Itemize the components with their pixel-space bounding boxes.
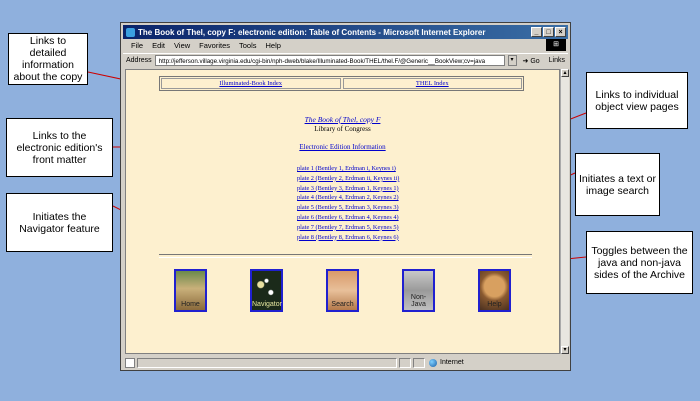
go-button[interactable]: ➜ Go [520, 57, 543, 65]
status-panel [137, 357, 397, 368]
scroll-down-icon[interactable]: ▾ [561, 346, 569, 354]
page-icon [125, 357, 135, 368]
non-java-button[interactable]: Non-Java [402, 269, 435, 312]
menu-file[interactable]: File [131, 41, 143, 50]
plate-link[interactable]: plate 7 (Bentley 7, Erdman 5, Keynes 5) [297, 223, 399, 233]
menu-view[interactable]: View [174, 41, 190, 50]
address-input[interactable]: http://jefferson.village.virginia.edu/cg… [154, 55, 505, 66]
help-label: Help [487, 301, 502, 308]
menu-help[interactable]: Help [266, 41, 281, 50]
plate-link[interactable]: plate 6 (Bentley 6, Erdman 4, Keynes 4) [297, 213, 399, 223]
callout-front-matter: Links to the electronic edition's front … [6, 118, 113, 177]
go-label: Go [530, 57, 540, 65]
status-panel [399, 357, 411, 368]
callout-object-view: Links to individual object view pages [586, 72, 688, 129]
search-label: Search [331, 301, 354, 308]
status-bar: Internet [123, 356, 568, 369]
internet-globe-icon [429, 358, 437, 367]
index-table: Illuminated-Book Index THEL Index [159, 76, 524, 91]
window-title: The Book of Thel, copy F: electronic edi… [138, 27, 486, 37]
close-button[interactable]: × [555, 27, 566, 37]
search-button[interactable]: Search [326, 269, 359, 312]
edition-info-link[interactable]: Electronic Edition Information [299, 143, 385, 151]
menu-favorites[interactable]: Favorites [199, 41, 230, 50]
callout-navigator: Initiates the Navigator feature [6, 193, 113, 252]
plate-link[interactable]: plate 3 (Bentley 3, Erdman 1, Keynes 1) [297, 184, 399, 194]
title-bar: The Book of Thel, copy F: electronic edi… [123, 25, 568, 39]
plate-link[interactable]: plate 1 (Bentley 1, Erdman i, Keynes i) [297, 164, 399, 174]
vertical-scrollbar[interactable]: ▴ ▾ [560, 69, 569, 354]
divider [159, 254, 532, 258]
address-dropdown-icon[interactable]: ▾ [507, 55, 517, 66]
plate-link[interactable]: plate 4 (Bentley 4, Erdman 2, Keynes 2) [297, 193, 399, 203]
ie-icon [126, 27, 135, 37]
help-button[interactable]: Help [478, 269, 511, 312]
menu-tools[interactable]: Tools [239, 41, 257, 50]
zone-label: Internet [440, 359, 464, 366]
navigator-button[interactable]: Navigator [250, 269, 283, 312]
library-text: Library of Congress [314, 125, 371, 133]
home-button[interactable]: Home [174, 269, 207, 312]
maximize-button[interactable]: □ [543, 27, 554, 37]
page-content: Illuminated-Book Index THEL Index The Bo… [125, 69, 560, 354]
plate-link[interactable]: plate 5 (Bentley 5, Erdman 3, Keynes 3) [297, 203, 399, 213]
menu-edit[interactable]: Edit [152, 41, 165, 50]
browser-window: The Book of Thel, copy F: electronic edi… [120, 22, 571, 371]
windows-logo-icon: ⊞ [546, 39, 566, 51]
plate-link[interactable]: plate 2 (Bentley 2, Erdman ii, Keynes ii… [297, 174, 399, 184]
book-title-link[interactable]: The Book of Thel, copy F [305, 115, 381, 124]
scroll-up-icon[interactable]: ▴ [561, 69, 569, 77]
home-label: Home [181, 301, 200, 308]
callout-copy-info: Links to detailed information about the … [8, 33, 88, 85]
minimize-button[interactable]: _ [531, 27, 542, 37]
callout-non-java: Toggles between the java and non-java si… [586, 231, 693, 294]
links-button[interactable]: Links [546, 57, 568, 64]
address-bar: Address http://jefferson.village.virgini… [123, 53, 568, 67]
address-label: Address [126, 57, 152, 64]
callout-search: Initiates a text or image search [575, 153, 660, 216]
navigator-label: Navigator [252, 301, 282, 308]
plates-list: plate 1 (Bentley 1, Erdman i, Keynes i) … [297, 164, 399, 242]
security-zone: Internet [425, 358, 468, 367]
illuminated-book-index-link[interactable]: Illuminated-Book Index [161, 78, 341, 89]
plate-link[interactable]: plate 8 (Bentley 8, Erdman 6, Keynes 6) [297, 233, 399, 243]
status-panel [413, 357, 425, 368]
menu-bar: File Edit View Favorites Tools Help ⊞ [123, 39, 568, 52]
non-java-label: Non-Java [410, 294, 427, 308]
thel-index-link[interactable]: THEL Index [342, 78, 522, 89]
